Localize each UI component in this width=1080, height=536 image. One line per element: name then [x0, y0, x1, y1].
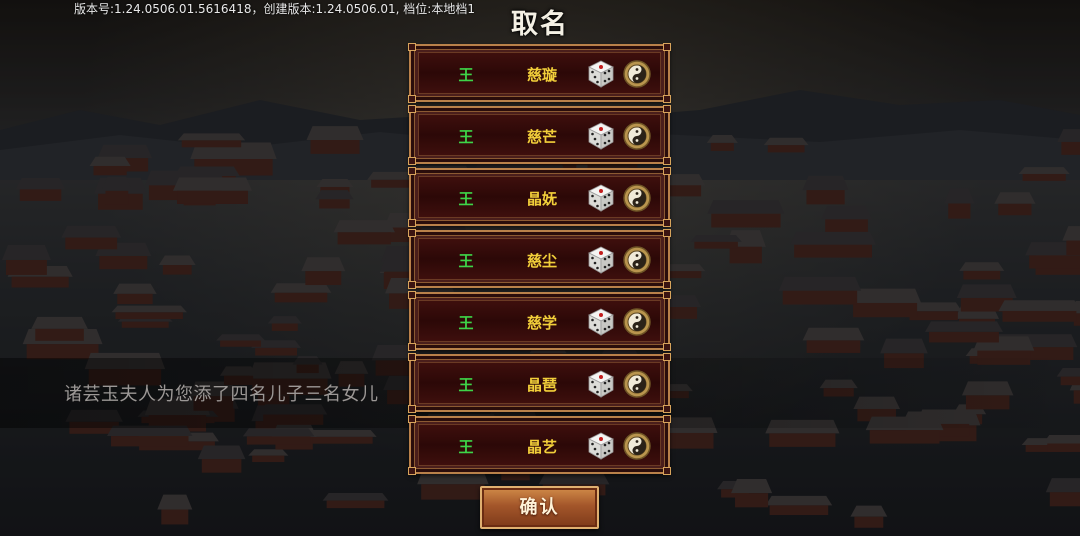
surname-label: 王 [458, 376, 474, 394]
page-title: 取名 [511, 9, 569, 40]
corner-ornament [663, 405, 671, 413]
corner-ornament [408, 405, 416, 413]
given-name-label[interactable]: 慈学 [507, 312, 577, 333]
corner-ornament [663, 229, 671, 237]
corner-ornament [663, 43, 671, 51]
corner-ornament [408, 229, 416, 237]
name-row: 王 慈学 [408, 291, 671, 351]
corner-ornament [408, 353, 416, 361]
corner-ornament [663, 415, 671, 423]
yin-yang-icon[interactable] [623, 246, 651, 274]
name-row: 王 慈芒 [408, 105, 671, 165]
corner-ornament [408, 105, 416, 113]
corner-ornament [663, 95, 671, 103]
birth-message: 诸芸玉夫人为您添了四名儿子三名女儿 [64, 384, 379, 405]
dice-icon[interactable] [587, 122, 615, 150]
yin-yang-icon[interactable] [623, 184, 651, 212]
surname-label: 王 [458, 128, 474, 146]
corner-ornament [408, 167, 416, 175]
given-name-label[interactable]: 慈芒 [507, 126, 577, 147]
corner-ornament [663, 219, 671, 227]
corner-ornament [408, 157, 416, 165]
dice-icon[interactable] [587, 60, 615, 88]
name-row: 王 晶琶 [408, 353, 671, 413]
name-row: 王 慈璇 [408, 43, 671, 103]
name-row: 王 晶艺 [408, 415, 671, 475]
surname-label: 王 [458, 438, 474, 456]
corner-ornament [408, 291, 416, 299]
corner-ornament [408, 43, 416, 51]
corner-ornament [663, 467, 671, 475]
surname-label: 王 [458, 252, 474, 270]
surname-label: 王 [458, 66, 474, 84]
yin-yang-icon[interactable] [623, 370, 651, 398]
corner-ornament [663, 291, 671, 299]
yin-yang-icon[interactable] [623, 432, 651, 460]
corner-ornament [663, 157, 671, 165]
yin-yang-icon[interactable] [623, 60, 651, 88]
corner-ornament [408, 343, 416, 351]
given-name-label[interactable]: 晶琶 [507, 374, 577, 395]
confirm-button[interactable]: 确认 [480, 486, 599, 529]
dice-icon[interactable] [587, 370, 615, 398]
dice-icon[interactable] [587, 432, 615, 460]
corner-ornament [408, 467, 416, 475]
corner-ornament [663, 353, 671, 361]
given-name-label[interactable]: 晶妩 [507, 188, 577, 209]
corner-ornament [408, 219, 416, 227]
corner-ornament [408, 95, 416, 103]
name-row: 王 慈尘 [408, 229, 671, 289]
name-row: 王 晶妩 [408, 167, 671, 227]
given-name-label[interactable]: 慈璇 [507, 64, 577, 85]
dice-icon[interactable] [587, 308, 615, 336]
yin-yang-icon[interactable] [623, 122, 651, 150]
given-name-label[interactable]: 晶艺 [507, 436, 577, 457]
corner-ornament [663, 105, 671, 113]
surname-label: 王 [458, 314, 474, 332]
dice-icon[interactable] [587, 246, 615, 274]
corner-ornament [663, 167, 671, 175]
corner-ornament [408, 415, 416, 423]
corner-ornament [663, 343, 671, 351]
surname-label: 王 [458, 190, 474, 208]
corner-ornament [663, 281, 671, 289]
corner-ornament [408, 281, 416, 289]
given-name-label[interactable]: 慈尘 [507, 250, 577, 271]
dice-icon[interactable] [587, 184, 615, 212]
yin-yang-icon[interactable] [623, 308, 651, 336]
